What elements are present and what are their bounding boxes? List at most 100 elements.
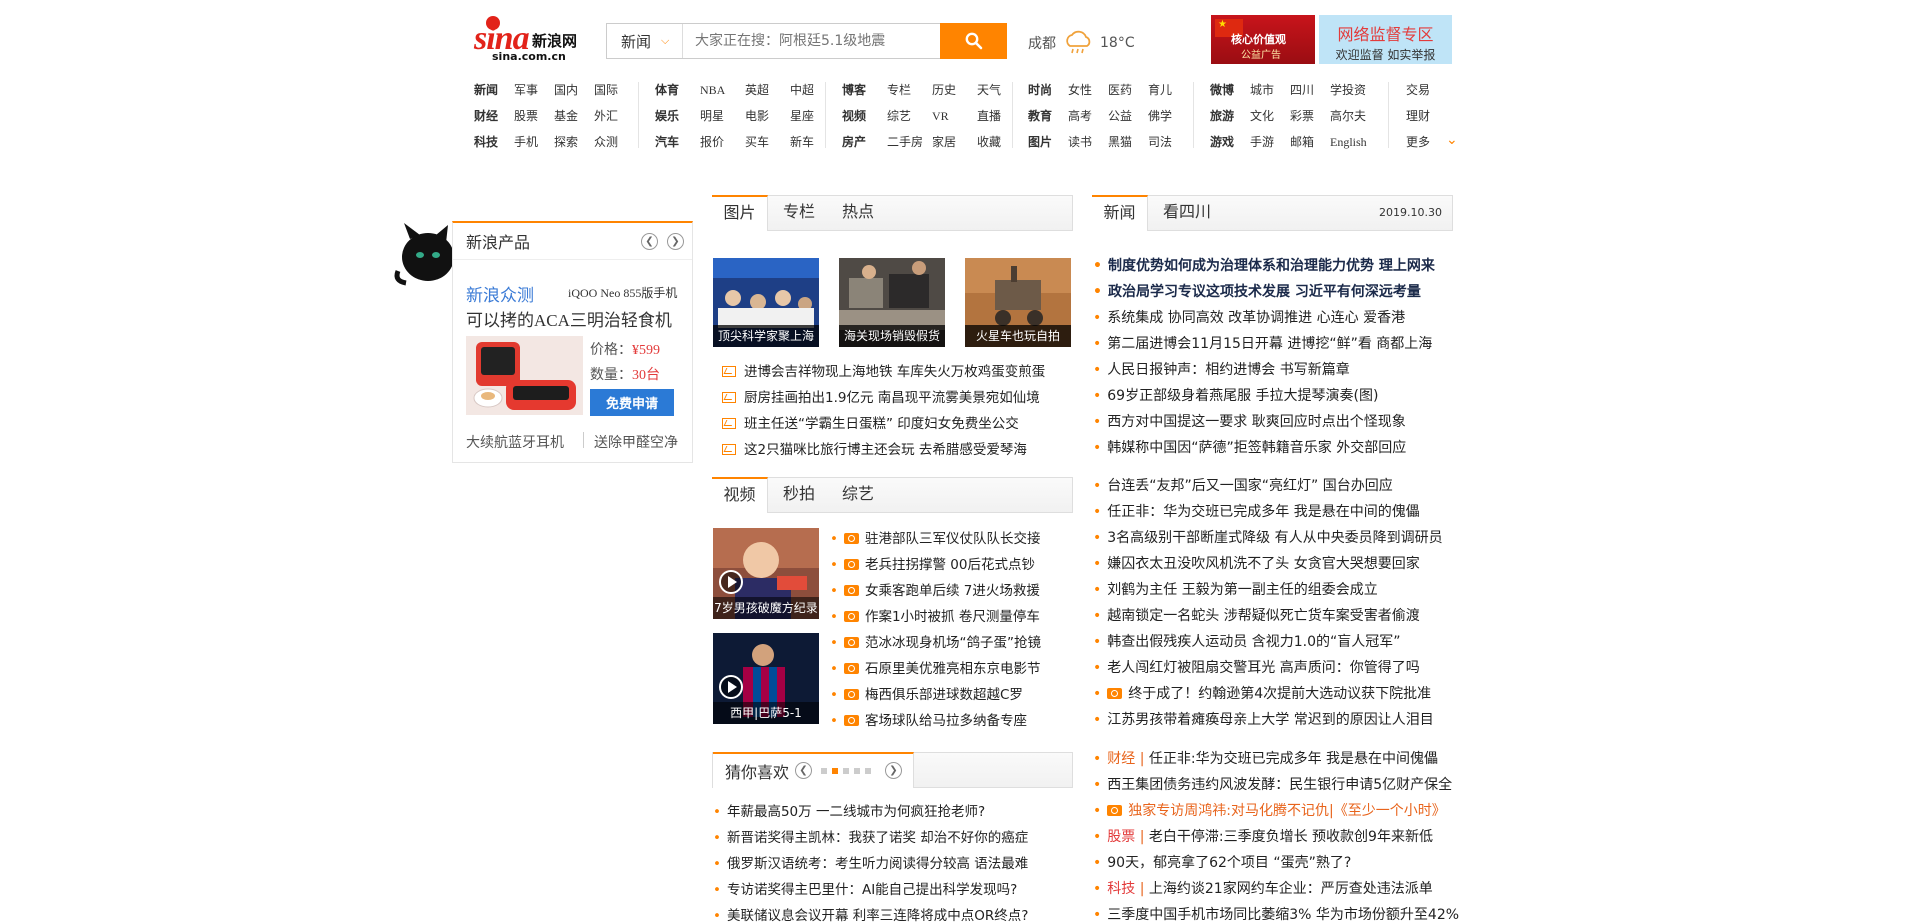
nav-link[interactable]: 高考 (1068, 108, 1108, 132)
nav-link[interactable]: NBA (700, 82, 745, 106)
guess-item[interactable]: • 专访诺奖得主巴里什：AI能自己提出科学发现吗? (713, 878, 1017, 898)
headline-item[interactable]: • 三季度中国手机市场同比萎缩3% 华为市场份额升至42% (1093, 904, 1459, 922)
tab-miaopai[interactable]: 秒拍 (772, 478, 826, 513)
nav-link[interactable]: 时尚 (1028, 82, 1068, 106)
tab-video[interactable]: 视频 (712, 477, 768, 513)
headline-item[interactable]: • 系统集成 协同高效 改革协调推进 心连心 爱香港 (1093, 307, 1405, 327)
nav-link[interactable]: 手机 (514, 134, 554, 158)
nav-link[interactable]: 收藏 (977, 134, 1022, 158)
video-news-item[interactable]: • 女乘客跑单后续 7进火场救援 (830, 579, 1040, 599)
tab-sichuan[interactable]: 看四川 (1152, 196, 1222, 231)
carousel-dot[interactable] (821, 768, 827, 774)
nav-link[interactable]: 育儿 (1148, 82, 1188, 106)
next-arrow-icon[interactable]: ❯ (885, 762, 902, 779)
video-news-item[interactable]: • 驻港部队三军仪仗队队长交接 (830, 527, 1040, 547)
guess-item[interactable]: • 美联储议息会议开幕 利率三连降将成中点OR终点? (713, 904, 1028, 922)
nav-link[interactable]: 手游 (1250, 134, 1290, 158)
nav-link[interactable]: 医药 (1108, 82, 1148, 106)
nav-link[interactable]: 图片 (1028, 134, 1068, 158)
picture-news-item[interactable]: 班主任送“学霸生日蛋糕” 印度妇女免费坐公交 (722, 412, 1019, 432)
nav-link[interactable]: 中超 (790, 82, 835, 106)
nav-link[interactable]: 新车 (790, 134, 835, 158)
ad-banner-core-values[interactable]: 核心价值观 公益广告 (1211, 15, 1315, 64)
video-thumbnail[interactable]: 7岁男孩破魔方纪录 (713, 528, 819, 619)
picture-news-item[interactable]: 这2只猫咪比旅行博主还会玩 去希腊感受爱琴海 (722, 438, 1027, 458)
prev-arrow-icon[interactable]: ❮ (795, 762, 812, 779)
headline-item[interactable]: • 刘鹤为主任 王毅为第一副主任的组委会成立 (1093, 579, 1378, 599)
nav-link[interactable]: 财经 (474, 108, 514, 132)
nav-link[interactable]: 军事 (514, 82, 554, 106)
headline-item[interactable]: • 越南锁定一名蛇头 涉帮疑似死亡货车案受害者偷渡 (1093, 605, 1420, 625)
nav-link[interactable]: 专栏 (887, 82, 932, 106)
nav-link[interactable]: 博客 (842, 82, 887, 106)
photo-card[interactable]: 火星车也玩自拍 (965, 258, 1071, 347)
headline-item[interactable]: • 江苏男孩带着瘫痪母亲上大学 常迟到的原因让人泪目 (1093, 709, 1434, 729)
picture-news-item[interactable]: 厨房挂画拍出1.9亿元 南昌现平流雾美景宛如仙境 (722, 386, 1040, 406)
cat-mascot-icon[interactable] (392, 221, 458, 291)
nav-link[interactable]: English (1330, 134, 1390, 158)
video-thumbnail[interactable]: 西甲|巴萨5-1 (713, 633, 819, 724)
nav-link[interactable]: 报价 (700, 134, 745, 158)
headline-item[interactable]: • 台连丢“友邦”后又一国家“亮红灯” 国台办回应 (1093, 475, 1393, 495)
tab-hot[interactable]: 热点 (830, 196, 886, 231)
carousel-dot[interactable] (865, 768, 871, 774)
nav-link[interactable]: 股票 (514, 108, 554, 132)
nav-link[interactable]: 星座 (790, 108, 835, 132)
search-button[interactable] (940, 23, 1007, 59)
photo-card[interactable]: 顶尖科学家聚上海 (713, 258, 819, 347)
nav-link[interactable]: 城市 (1250, 82, 1290, 106)
category-label[interactable]: 财经 (1107, 751, 1135, 767)
photo-card[interactable]: 海关现场销毁假货 (839, 258, 945, 347)
nav-link[interactable]: 明星 (700, 108, 745, 132)
tab-variety[interactable]: 综艺 (830, 478, 886, 513)
nav-link[interactable]: 天气 (977, 82, 1022, 106)
video-news-item[interactable]: • 梅西俱乐部进球数超越C罗 (830, 683, 1023, 703)
nav-link[interactable]: 历史 (932, 82, 977, 106)
next-arrow-icon[interactable]: ❯ (667, 233, 684, 250)
nav-link[interactable]: 交易 (1406, 82, 1446, 106)
carousel-dot[interactable] (832, 768, 838, 774)
ad-banner-supervision[interactable]: 网络监督专区 欢迎监督 如实举报 (1319, 15, 1452, 64)
nav-link[interactable]: 房产 (842, 134, 887, 158)
nav-link[interactable]: 黑猫 (1108, 134, 1148, 158)
headline-item[interactable]: • 财经 | 任正非:华为交班已完成多年 我是悬在中间傀儡 (1093, 748, 1438, 768)
nav-link[interactable]: 公益 (1108, 108, 1148, 132)
guess-item[interactable]: • 年薪最高50万 一二线城市为何疯狂抢老师? (713, 800, 985, 820)
zhongce-title[interactable]: 新浪众测 (466, 281, 534, 306)
headline-item[interactable]: • 制度优势如何成为治理体系和治理能力优势 理上网来 (1093, 255, 1435, 275)
nav-link[interactable]: VR (932, 108, 977, 132)
video-news-item[interactable]: • 客场球队给马拉多纳备专座 (830, 709, 1027, 729)
headline-item[interactable]: • 韩查出假残疾人运动员 含视力1.0的“盲人冠军” (1093, 631, 1401, 651)
headline-item[interactable]: • 任正非：华为交班已完成多年 我是悬在中间的傀儡 (1093, 501, 1420, 521)
headline-item[interactable]: • 90天，郁亮拿了62个项目 “蛋壳”熟了? (1093, 852, 1351, 872)
nav-link[interactable]: 新闻 (474, 82, 514, 106)
headline-item[interactable]: • 第二届进博会11月15日开幕 进博挖“鲜”看 商都上海 (1093, 333, 1432, 353)
product-name[interactable]: 可以拷的ACA三明治轻食机 (466, 306, 672, 331)
guess-item[interactable]: • 新晋诺奖得主凯林：我获了诺奖 却治不好你的癌症 (713, 826, 1028, 846)
nav-link[interactable]: 家居 (932, 134, 977, 158)
headline-item[interactable]: • 韩媒称中国因“萨德”拒签韩籍音乐家 外交部回应 (1093, 437, 1406, 457)
headline-item[interactable]: • 政治局学习专议这项技术发展 习近平有何深远考量 (1093, 281, 1421, 301)
tab-pictures[interactable]: 图片 (712, 195, 768, 231)
product-link-purifier[interactable]: 送除甲醛空净 (594, 432, 678, 452)
nav-link[interactable]: 游戏 (1210, 134, 1250, 158)
nav-link[interactable]: 基金 (554, 108, 594, 132)
carousel-dot[interactable] (854, 768, 860, 774)
nav-link[interactable]: 国内 (554, 82, 594, 106)
category-label[interactable]: 科技 (1107, 881, 1135, 897)
sina-logo[interactable]: sina 新浪网 sina.com.cn (474, 16, 584, 64)
nav-link[interactable]: 汽车 (655, 134, 700, 158)
nav-link[interactable]: 直播 (977, 108, 1022, 132)
nav-link[interactable]: 理财 (1406, 108, 1446, 132)
category-label[interactable]: 股票 (1107, 829, 1135, 845)
nav-link[interactable]: 科技 (474, 134, 514, 158)
nav-link[interactable]: 探索 (554, 134, 594, 158)
headline-item[interactable]: • 人民日报钟声：相约进博会 书写新篇章 (1093, 359, 1350, 379)
nav-link[interactable]: 四川 (1290, 82, 1330, 106)
nav-link[interactable]: 娱乐 (655, 108, 700, 132)
headline-item[interactable]: • 老人闯红灯被阻扇交警耳光 高声质问：你管得了吗 (1093, 657, 1420, 677)
headline-item[interactable]: • 3名高级别干部断崖式降级 有人从中央委员降到调研员 (1093, 527, 1443, 547)
nav-link[interactable]: 读书 (1068, 134, 1108, 158)
tab-columns[interactable]: 专栏 (772, 196, 826, 231)
product-link-earphones[interactable]: 大续航蓝牙耳机 (466, 432, 564, 452)
